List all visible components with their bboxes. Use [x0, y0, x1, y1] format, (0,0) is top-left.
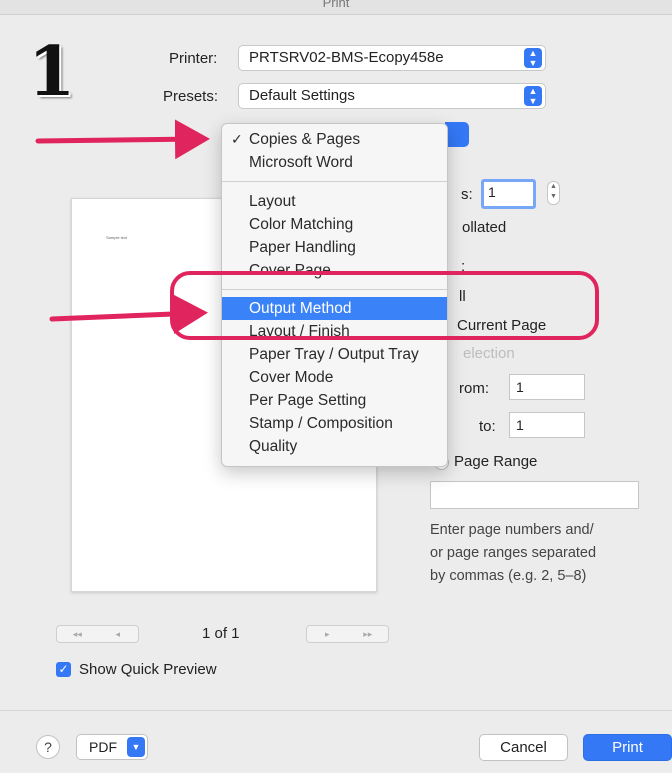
menu-item-label: Microsoft Word [249, 154, 353, 171]
cancel-button[interactable]: Cancel [479, 734, 568, 761]
help-button[interactable]: ? [36, 735, 60, 759]
show-quick-preview-checkbox[interactable]: ✓ [56, 662, 71, 677]
preview-nav-back[interactable]: ◂◂ ◂ [56, 625, 139, 643]
section-dropdown-menu: ✓ Copies & Pages Microsoft Word Layout C… [221, 123, 448, 467]
menu-item-label: Paper Tray / Output Tray [249, 346, 419, 363]
selection-label: election [463, 345, 515, 362]
menu-item-per-page-setting[interactable]: Per Page Setting [222, 389, 447, 412]
copies-stepper[interactable]: ▲ ▼ [547, 181, 560, 205]
menu-item-copies-pages[interactable]: ✓ Copies & Pages [222, 128, 447, 151]
section-popup-arrow[interactable] [445, 122, 469, 147]
print-button[interactable]: Print [583, 734, 672, 761]
page-range-input[interactable] [430, 481, 639, 509]
printer-popup[interactable]: PRTSRV02-BMS-Ecopy458e ▲ ▼ [238, 45, 546, 71]
menu-separator [222, 181, 447, 182]
printer-value: PRTSRV02-BMS-Ecopy458e [249, 49, 444, 66]
popup-arrows-icon: ▲ ▼ [524, 86, 542, 106]
page-range-hint-line2: or page ranges separated [430, 545, 597, 561]
menu-item-paper-handling[interactable]: Paper Handling [222, 236, 447, 259]
menu-item-label: Layout / Finish [249, 323, 350, 340]
menu-item-stamp-composition[interactable]: Stamp / Composition [222, 412, 447, 435]
menu-item-label: Copies & Pages [249, 131, 361, 148]
page-counter: 1 of 1 [202, 625, 240, 642]
menu-item-layout[interactable]: Layout [222, 190, 447, 213]
menu-item-label: Layout [249, 193, 296, 210]
menu-item-label: Stamp / Composition [249, 415, 393, 432]
divider [0, 710, 672, 711]
presets-value: Default Settings [249, 87, 355, 104]
menu-item-label: Color Matching [249, 216, 354, 233]
preview-text: Sample text [106, 235, 128, 240]
menu-item-label: Per Page Setting [249, 392, 367, 409]
prev-page-icon[interactable]: ◂ [98, 626, 139, 642]
popup-arrows-icon: ▲ ▼ [524, 48, 542, 68]
collated-label[interactable]: ollated [462, 219, 506, 236]
preview-nav-forward[interactable]: ▸ ▸▸ [306, 625, 389, 643]
menu-item-label: Quality [249, 438, 298, 455]
copies-input[interactable]: 1 [481, 179, 536, 209]
menu-item-paper-tray-output-tray[interactable]: Paper Tray / Output Tray [222, 343, 447, 366]
all-pages-label[interactable]: ll [459, 288, 466, 305]
current-page-label[interactable]: Current Page [457, 317, 546, 334]
last-page-icon[interactable]: ▸▸ [348, 626, 389, 642]
window-title: Print [322, 0, 350, 10]
from-label: rom: [459, 380, 489, 397]
checkmark-icon: ✓ [231, 131, 243, 147]
next-page-icon[interactable]: ▸ [307, 626, 348, 642]
pdf-menu-button[interactable]: PDF ▼ [76, 734, 148, 760]
menu-item-label: Cover Mode [249, 369, 334, 386]
pdf-label: PDF [89, 739, 117, 755]
menu-item-cover-mode[interactable]: Cover Mode [222, 366, 447, 389]
page-range-hint-line1: Enter page numbers and/ [430, 522, 594, 538]
menu-item-color-matching[interactable]: Color Matching [222, 213, 447, 236]
menu-item-microsoft-word[interactable]: Microsoft Word [222, 151, 447, 174]
menu-separator [222, 289, 447, 290]
first-page-icon[interactable]: ◂◂ [57, 626, 98, 642]
step-number: 1 [28, 32, 76, 112]
from-input[interactable]: 1 [509, 374, 585, 400]
menu-item-label: Output Method [249, 300, 352, 317]
pages-label: : [461, 258, 466, 275]
menu-item-label: Cover Page [249, 262, 331, 279]
to-input[interactable]: 1 [509, 412, 585, 438]
show-quick-preview-label: Show Quick Preview [79, 661, 217, 678]
menu-item-cover-page[interactable]: Cover Page [222, 259, 447, 282]
menu-item-quality[interactable]: Quality [222, 435, 447, 458]
window-titlebar: Print [0, 0, 672, 15]
menu-item-label: Paper Handling [249, 239, 356, 256]
page-range-label: Page Range [454, 453, 538, 470]
chevron-down-icon: ▼ [127, 737, 145, 757]
menu-item-layout-finish[interactable]: Layout / Finish [222, 320, 447, 343]
menu-item-output-method[interactable]: Output Method [222, 297, 447, 320]
to-label: to: [479, 418, 496, 435]
presets-label: Presets: [163, 88, 219, 105]
page-range-hint-line3: by commas (e.g. 2, 5–8) [430, 568, 587, 584]
annotation-arrow-copies-pages [35, 119, 210, 160]
copies-label: s: [461, 186, 473, 203]
presets-popup[interactable]: Default Settings ▲ ▼ [238, 83, 546, 109]
printer-label: Printer: [169, 50, 218, 67]
